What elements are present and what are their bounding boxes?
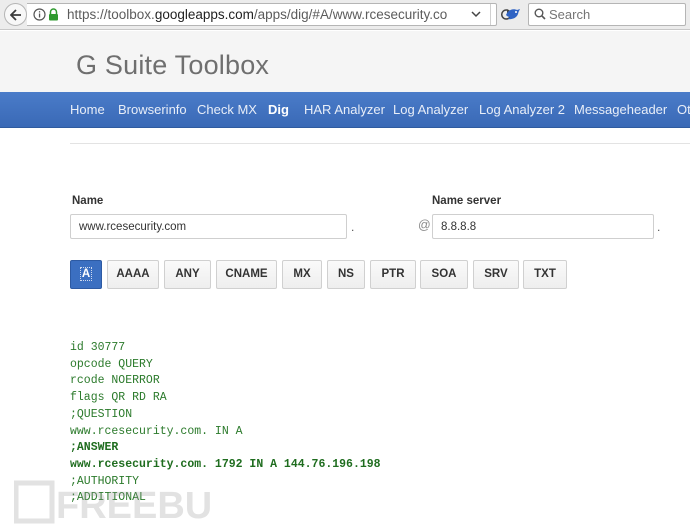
content-divider — [70, 143, 690, 144]
record-type-ptr-button[interactable]: PTR — [370, 260, 416, 289]
result-line: www.rcesecurity.com. IN A — [70, 424, 243, 438]
record-type-aaaa-button[interactable]: AAAA — [107, 260, 159, 289]
nav-item-dig[interactable]: Dig — [268, 102, 289, 117]
server-suffix-dot: . — [657, 220, 661, 234]
record-type-cname-button[interactable]: CNAME — [216, 260, 277, 289]
url-text[interactable]: https://toolbox.googleapps.com/apps/dig/… — [67, 7, 457, 22]
lock-icon — [49, 8, 58, 21]
record-type-mx-button[interactable]: MX — [282, 260, 322, 289]
browser-toolbar: https://toolbox.googleapps.com/apps/dig/… — [0, 0, 690, 30]
record-type-a-button[interactable]: A — [70, 260, 102, 289]
record-type-srv-button[interactable]: SRV — [473, 260, 519, 289]
site-header: G Suite Toolbox — [0, 31, 690, 92]
result-line: id 30777 — [70, 341, 126, 354]
nav-item-home[interactable]: Home — [70, 102, 105, 117]
chevron-down-icon[interactable] — [471, 10, 481, 18]
info-icon[interactable] — [33, 8, 46, 21]
nav-item-har-analyzer[interactable]: HAR Analyzer — [304, 102, 385, 117]
result-line: www.rcesecurity.com. 1792 IN A 144.76.19… — [70, 457, 381, 471]
nav-item-messageheader[interactable]: Messageheader — [574, 102, 667, 117]
extension-bird-icon[interactable] — [505, 7, 521, 21]
record-type-txt-button[interactable]: TXT — [523, 260, 567, 289]
result-line: opcode QUERY — [70, 357, 153, 371]
name-server-input[interactable] — [432, 214, 654, 239]
name-label: Name — [72, 195, 104, 207]
result-line: flags QR RD RA — [70, 391, 167, 405]
site-logo[interactable]: G Suite Toolbox — [76, 50, 269, 81]
search-input[interactable] — [549, 5, 679, 24]
svg-text:FREEBUF: FREEBUF — [56, 485, 214, 525]
url-bar[interactable]: https://toolbox.googleapps.com/apps/dig/… — [27, 3, 512, 26]
nav-item-log-analyzer-2[interactable]: Log Analyzer 2 — [479, 102, 565, 117]
main-nav: Home Browserinfo Check MX Dig HAR Analyz… — [0, 92, 690, 128]
nav-item-browserinfo[interactable]: Browserinfo — [118, 102, 187, 117]
nav-item-check-mx[interactable]: Check MX — [197, 102, 257, 117]
record-type-soa-button[interactable]: SOA — [420, 260, 468, 289]
name-suffix-dot: . — [351, 220, 355, 234]
nav-item-log-analyzer[interactable]: Log Analyzer — [393, 102, 468, 117]
browser-search-bar[interactable] — [528, 3, 686, 26]
result-line: ;ANSWER — [70, 441, 119, 455]
freebuf-watermark: FREEBUF — [14, 480, 214, 525]
search-icon — [534, 8, 546, 20]
name-input[interactable] — [70, 214, 347, 239]
at-sign: @ — [418, 218, 431, 232]
result-line: rcode NOERROR — [70, 374, 160, 388]
back-arrow-icon — [10, 9, 21, 21]
record-type-ns-button[interactable]: NS — [327, 260, 365, 289]
record-type-any-button[interactable]: ANY — [164, 260, 211, 289]
back-button[interactable] — [4, 3, 27, 26]
name-server-label: Name server — [432, 195, 502, 207]
nav-item-other[interactable]: Ot — [677, 102, 690, 117]
result-line: ;QUESTION — [70, 407, 133, 421]
